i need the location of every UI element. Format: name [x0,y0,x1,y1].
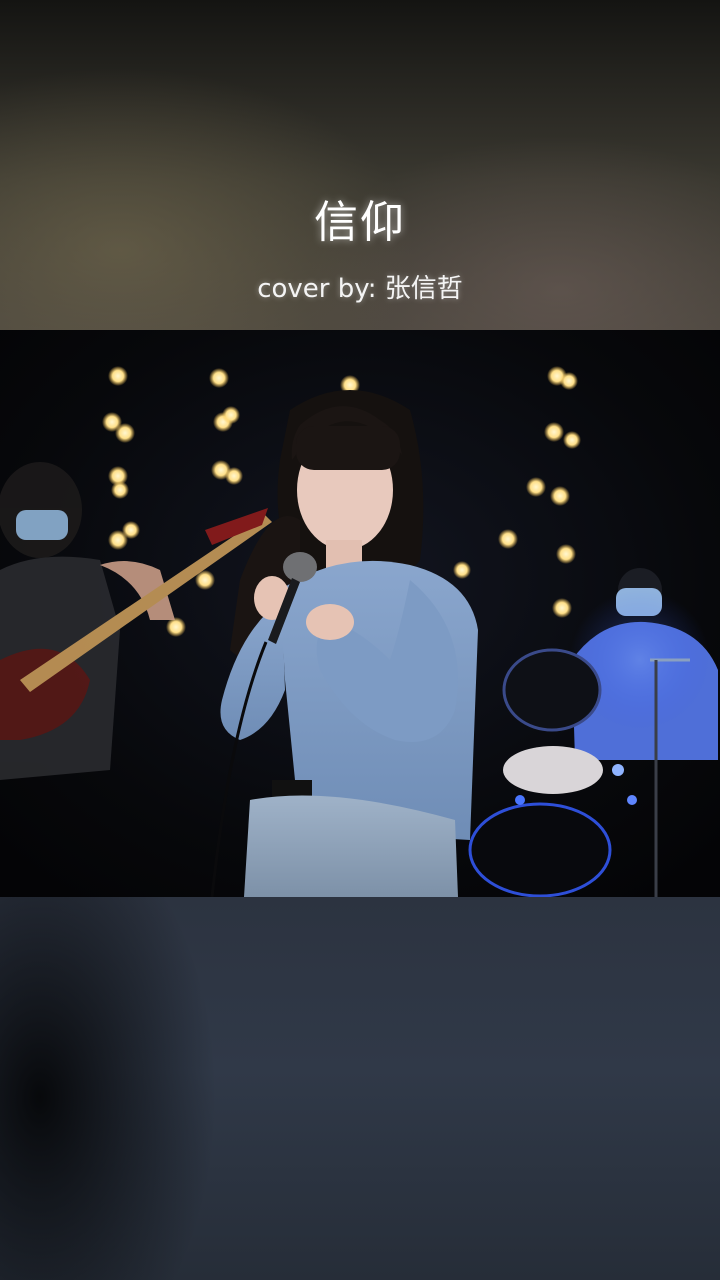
video-frame[interactable] [0,330,720,897]
cover-credit: cover by: 张信哲 [257,274,463,304]
title-banner: 信仰 cover by: 张信哲 [0,0,720,330]
video-screen[interactable]: 信仰 cover by: 张信哲 [0,0,720,1280]
blurred-backdrop [0,897,720,1280]
performance-scene [0,366,718,897]
drummer [468,568,718,897]
song-title: 信仰 [314,197,406,248]
singer [210,390,478,897]
